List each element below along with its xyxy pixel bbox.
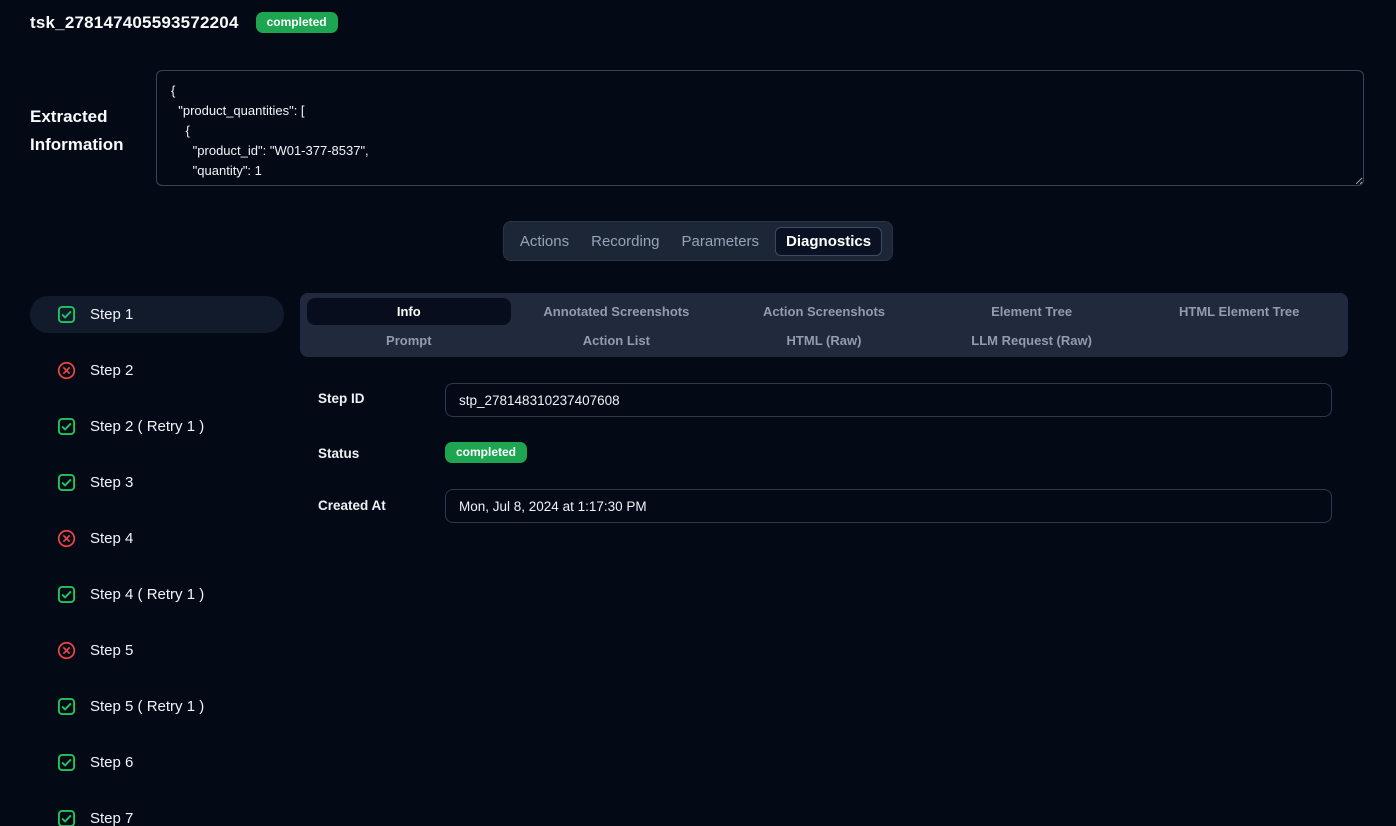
- task-status-badge: completed: [256, 12, 338, 33]
- tab-actions[interactable]: Actions: [514, 227, 575, 256]
- diagnostics-subtab-bar: InfoAnnotated ScreenshotsAction Screensh…: [300, 293, 1348, 357]
- step-label: Step 1: [90, 306, 133, 323]
- error-circle-icon: [57, 361, 76, 380]
- check-square-icon: [57, 697, 76, 716]
- step-item-step-2[interactable]: Step 2: [30, 352, 284, 389]
- error-circle-icon: [57, 529, 76, 548]
- subtab-prompt[interactable]: Prompt: [307, 327, 511, 354]
- step-item-step-2-retry-1[interactable]: Step 2 ( Retry 1 ): [30, 408, 284, 445]
- main-tab-bar: Actions Recording Parameters Diagnostics: [503, 221, 893, 261]
- check-square-icon: [57, 417, 76, 436]
- check-square-icon: [57, 473, 76, 492]
- tab-diagnostics[interactable]: Diagnostics: [775, 227, 882, 256]
- step-label: Step 7: [90, 810, 133, 826]
- step-item-step-6[interactable]: Step 6: [30, 744, 284, 781]
- step-item-step-7[interactable]: Step 7: [30, 800, 284, 826]
- subtab-action-list[interactable]: Action List: [515, 327, 719, 354]
- step-label: Step 2: [90, 362, 133, 379]
- check-square-icon: [57, 585, 76, 604]
- tab-parameters[interactable]: Parameters: [676, 227, 766, 256]
- check-square-icon: [57, 305, 76, 324]
- steps-list: Step 1 Step 2 Step 2 ( Retry 1 ) Step 3 Step…: [30, 296, 284, 826]
- subtab-action-screenshots[interactable]: Action Screenshots: [722, 298, 926, 325]
- subtab-llm-request-raw[interactable]: LLM Request (Raw): [930, 327, 1134, 354]
- created-at-label: Created At: [318, 498, 386, 513]
- step-label: Step 4: [90, 530, 133, 547]
- created-at-value[interactable]: Mon, Jul 8, 2024 at 1:17:30 PM: [445, 489, 1332, 523]
- task-id-title: tsk_278147405593572204: [30, 13, 239, 33]
- step-label: Step 5 ( Retry 1 ): [90, 698, 204, 715]
- step-item-step-1[interactable]: Step 1: [30, 296, 284, 333]
- step-label: Step 4 ( Retry 1 ): [90, 586, 204, 603]
- task-diagnostics-page: tsk_278147405593572204 completed Extract…: [0, 0, 1396, 826]
- tab-recording[interactable]: Recording: [585, 227, 665, 256]
- step-label: Step 5: [90, 642, 133, 659]
- step-item-step-4-retry-1[interactable]: Step 4 ( Retry 1 ): [30, 576, 284, 613]
- subtab-element-tree[interactable]: Element Tree: [930, 298, 1134, 325]
- extracted-information-label: Extracted Information: [30, 103, 148, 159]
- step-item-step-4[interactable]: Step 4: [30, 520, 284, 557]
- step-item-step-5[interactable]: Step 5: [30, 632, 284, 669]
- check-square-icon: [57, 809, 76, 826]
- error-circle-icon: [57, 641, 76, 660]
- step-item-step-5-retry-1[interactable]: Step 5 ( Retry 1 ): [30, 688, 284, 725]
- step-label: Step 2 ( Retry 1 ): [90, 418, 204, 435]
- extracted-information-textarea[interactable]: { "product_quantities": [ { "product_id"…: [156, 70, 1364, 186]
- subtab-info[interactable]: Info: [307, 298, 511, 325]
- subtab-html-element-tree[interactable]: HTML Element Tree: [1137, 298, 1341, 325]
- subtab-annotated-screenshots[interactable]: Annotated Screenshots: [515, 298, 719, 325]
- check-square-icon: [57, 753, 76, 772]
- step-status-badge: completed: [445, 442, 527, 463]
- step-label: Step 3: [90, 474, 133, 491]
- step-id-value[interactable]: stp_278148310237407608: [445, 383, 1332, 417]
- subtab-html-raw[interactable]: HTML (Raw): [722, 327, 926, 354]
- header: tsk_278147405593572204 completed: [30, 12, 338, 33]
- step-id-label: Step ID: [318, 391, 365, 406]
- step-item-step-3[interactable]: Step 3: [30, 464, 284, 501]
- step-label: Step 6: [90, 754, 133, 771]
- status-label: Status: [318, 446, 359, 461]
